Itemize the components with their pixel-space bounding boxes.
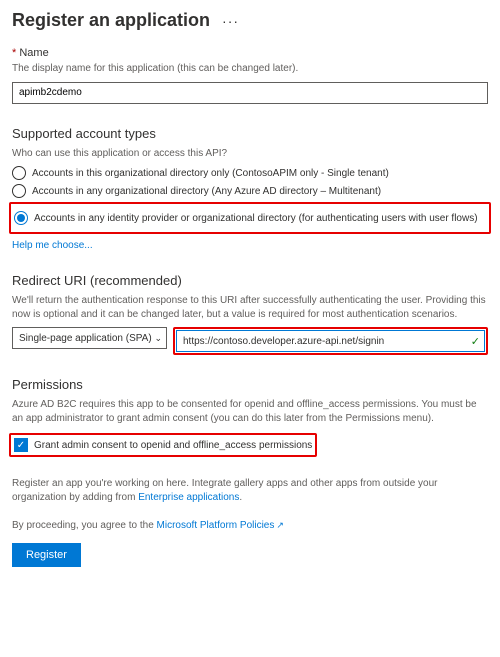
more-icon[interactable]: ··· (222, 13, 239, 29)
help-me-choose-link[interactable]: Help me choose... (12, 240, 488, 251)
radio-label: Accounts in this organizational director… (32, 168, 389, 179)
permissions-title: Permissions (12, 377, 488, 392)
permissions-desc: Azure AD B2C requires this app to be con… (12, 398, 488, 425)
checkbox-label: Grant admin consent to openid and offlin… (34, 440, 312, 451)
enterprise-applications-link[interactable]: Enterprise applications (138, 492, 239, 503)
register-desc: Register an app you're working on here. … (12, 477, 488, 504)
external-link-icon: ↗ (276, 520, 284, 530)
name-label-text: Name (19, 47, 48, 59)
radio-option-single-tenant[interactable]: Accounts in this organizational director… (12, 166, 488, 180)
platform-policies-link[interactable]: Microsoft Platform Policies (157, 520, 275, 531)
radio-label: Accounts in any identity provider or org… (34, 213, 478, 224)
redirect-uri-desc: We'll return the authentication response… (12, 294, 488, 321)
proceed-text: By proceeding, you agree to the Microsof… (12, 520, 488, 531)
radio-icon (12, 166, 26, 180)
platform-select[interactable]: Single-page application (SPA) ⌄ (12, 327, 167, 349)
name-label: * Name (12, 47, 488, 59)
checkbox-icon: ✓ (14, 438, 28, 452)
platform-value: Single-page application (SPA) (19, 333, 152, 344)
check-icon: ✓ (471, 335, 480, 348)
name-desc: The display name for this application (t… (12, 62, 488, 76)
page-title: Register an application (12, 10, 210, 31)
radio-label: Accounts in any organizational directory… (32, 186, 381, 197)
name-input[interactable] (12, 82, 488, 104)
radio-icon (14, 211, 28, 225)
admin-consent-checkbox[interactable]: ✓ Grant admin consent to openid and offl… (14, 438, 312, 452)
redirect-uri-input[interactable]: https://contoso.developer.azure-api.net/… (176, 330, 485, 352)
radio-option-multitenant[interactable]: Accounts in any organizational directory… (12, 184, 488, 198)
radio-option-any-idp[interactable]: Accounts in any identity provider or org… (14, 211, 486, 225)
radio-icon (12, 184, 26, 198)
register-button[interactable]: Register (12, 543, 81, 567)
redirect-uri-value: https://contoso.developer.azure-api.net/… (183, 336, 384, 347)
account-types-title: Supported account types (12, 126, 488, 141)
chevron-down-icon: ⌄ (154, 333, 162, 344)
proceed-prefix: By proceeding, you agree to the (12, 520, 157, 531)
account-types-desc: Who can use this application or access t… (12, 147, 488, 161)
redirect-uri-title: Redirect URI (recommended) (12, 273, 488, 288)
